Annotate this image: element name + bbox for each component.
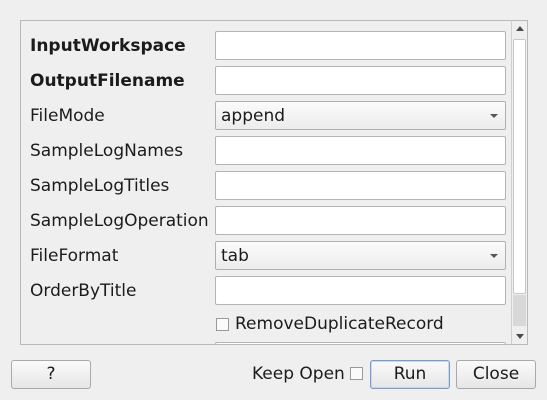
scrollbar-thumb[interactable] [513,39,526,294]
row-sample-log-titles: SampleLogTitles [21,171,511,201]
output-filename-field[interactable] [215,66,506,95]
row-file-format: FileFormat tab [21,241,511,271]
input-workspace-field[interactable] [215,31,506,60]
algorithm-dialog: InputWorkspace OutputFilename FileMode a… [0,0,547,400]
close-button[interactable]: Close [456,360,536,389]
input-workspace-label: InputWorkspace [30,36,186,56]
properties-panel: InputWorkspace OutputFilename FileMode a… [20,20,528,345]
sample-log-operation-field[interactable] [215,206,506,235]
order-by-title-field[interactable] [215,276,506,305]
remove-duplicate-record-row: RemoveDuplicateRecord [215,314,515,336]
file-format-label: FileFormat [30,246,119,266]
row-sample-log-names: SampleLogNames [21,136,511,166]
chevron-down-icon [490,254,498,258]
file-format-value: tab [221,246,249,266]
sample-log-operation-label: SampleLogOperation [30,211,209,231]
arrow-down-icon[interactable] [516,334,524,339]
scrollbar-track[interactable] [512,39,527,326]
sample-log-names-label: SampleLogNames [30,141,184,161]
order-by-title-label: OrderByTitle [30,281,137,301]
sample-log-titles-label: SampleLogTitles [30,176,170,196]
row-output-filename: OutputFilename [21,66,511,96]
file-mode-label: FileMode [30,106,105,126]
sample-log-names-field[interactable] [215,136,506,165]
row-input-workspace: InputWorkspace [21,31,511,61]
vertical-scrollbar[interactable] [511,20,528,345]
arrow-up-icon[interactable] [516,26,524,31]
scrollbar-track-rest[interactable] [513,295,526,326]
chevron-down-icon [490,114,498,118]
keep-open-checkbox[interactable] [350,367,363,380]
sample-log-titles-field[interactable] [215,171,506,200]
remove-duplicate-record-label: RemoveDuplicateRecord [235,314,444,334]
output-filename-label: OutputFilename [30,71,185,91]
row-file-mode: FileMode append [21,101,511,131]
file-format-select[interactable]: tab [215,241,506,270]
keep-open-label: Keep Open [252,364,345,384]
run-button[interactable]: Run [370,360,450,389]
help-button[interactable]: ? [11,360,91,389]
file-mode-value: append [221,106,286,126]
row-order-by-title: OrderByTitle [21,276,511,306]
partially-hidden-field[interactable] [215,342,506,344]
remove-duplicate-record-checkbox[interactable] [216,318,229,331]
file-mode-select[interactable]: append [215,101,506,130]
row-sample-log-operation: SampleLogOperation [21,206,511,236]
